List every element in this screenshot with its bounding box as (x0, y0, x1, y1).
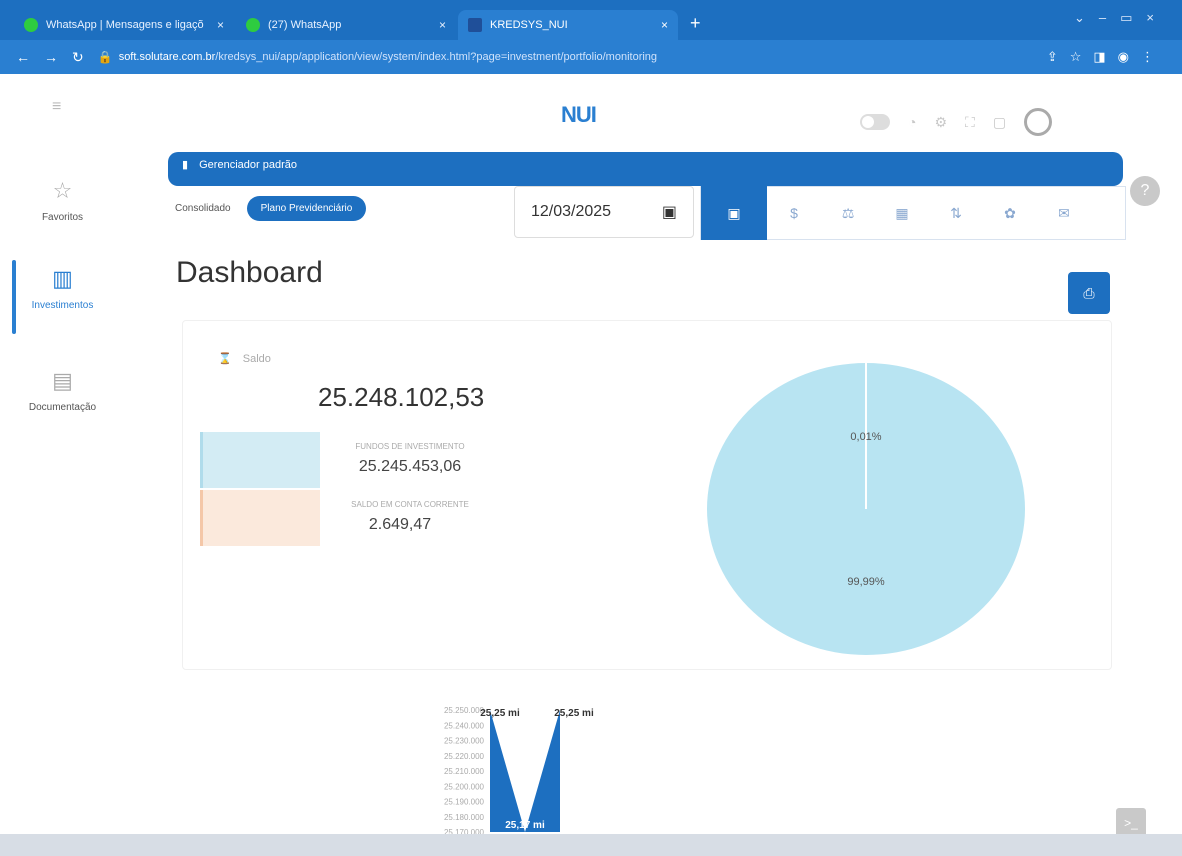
building-icon[interactable]: ▦ (875, 186, 929, 240)
sidebar-item-investimentos[interactable]: ▥ Investimentos (0, 260, 125, 334)
data-label: 25,17 mi (505, 820, 545, 831)
manager-banner[interactable]: ▮ Gerenciador padrão (168, 152, 1123, 186)
app-header: ≡ NUI ◔ ⚙ ⛶ ▢ (0, 74, 1182, 160)
help-icon[interactable]: ? (1130, 176, 1160, 206)
saldo-label: ⌛ Saldo (218, 352, 271, 365)
saldo-label-text: Saldo (242, 353, 271, 365)
y-tick-label: 25.250.000 (444, 706, 485, 715)
whatsapp-icon (24, 18, 38, 32)
forward-icon[interactable]: → (44, 49, 58, 65)
calendar-icon[interactable]: ▣ (662, 202, 677, 222)
fullscreen-icon[interactable]: ⛶ (965, 114, 975, 131)
dollar-icon[interactable]: $ (767, 186, 821, 240)
browser-tab-bar: WhatsApp | Mensagens e ligaçõ × (27) Wha… (0, 0, 1182, 40)
chart-icon: ▥ (52, 266, 73, 291)
browser-toolbar-icons[interactable]: ⇪☆◨◉⋮ (1047, 49, 1166, 65)
sidebar: ☆ Favoritos ▥ Investimentos ▤ Documentaç… (0, 160, 125, 840)
pie-label-small: 0,01% (850, 431, 881, 443)
fund-value: 25.245.453,06 (358, 458, 462, 475)
star-icon: ☆ (52, 178, 73, 203)
data-label: 25,25 mi (480, 708, 520, 719)
mail-icon[interactable]: ✉ (1037, 186, 1091, 240)
browser-tab[interactable]: (27) WhatsApp × (236, 10, 456, 40)
os-taskbar (0, 834, 1182, 856)
allocation-pie-chart: 0,01% 99,99% (707, 363, 1025, 655)
lock-screen-icon[interactable]: ▢ (993, 114, 1006, 131)
page-title: Dashboard (176, 256, 323, 289)
hourglass-icon: ⌛ (218, 353, 232, 365)
tab-title: KREDSYS_NUI (490, 19, 568, 31)
new-tab-icon[interactable]: + (690, 13, 701, 34)
y-tick-label: 25.180.000 (444, 813, 485, 822)
lock-icon: ▮ (182, 159, 189, 171)
menu-icon[interactable]: ≡ (52, 98, 61, 116)
notification-icon[interactable]: ◔ (908, 114, 916, 130)
saldo-value: 25.248.102,53 (318, 382, 485, 412)
url-host: soft.solutare.com.br (118, 51, 216, 63)
header-actions: ◔ ⚙ ⛶ ▢ (860, 108, 1053, 136)
module-toolbar: ▣ $ ⚖ ▦ ⇅ ✿ ✉ (700, 186, 1126, 240)
y-tick-label: 25.200.000 (444, 782, 485, 791)
close-icon[interactable]: × (439, 18, 446, 32)
fund-label: FUNDOS DE INVESTIMENTO (355, 442, 465, 451)
cash-label: SALDO EM CONTA CORRENTE (351, 500, 469, 509)
fund-row-investimento: FUNDOS DE INVESTIMENTO 25.245.453,06 (200, 432, 620, 488)
monitor-icon[interactable]: ▣ (701, 186, 767, 240)
document-icon: ▤ (52, 368, 73, 393)
fund-row-conta-corrente: SALDO EM CONTA CORRENTE 2.649,47 (200, 490, 620, 546)
data-label: 25,25 mi (554, 708, 594, 719)
close-icon[interactable]: × (217, 18, 224, 32)
back-icon[interactable]: ← (16, 49, 30, 65)
y-tick-label: 25.230.000 (444, 737, 485, 746)
sidebar-item-label: Investimentos (31, 300, 94, 311)
url-path: /kredsys_nui/app/application/view/system… (215, 51, 658, 63)
tab-title: (27) WhatsApp (268, 19, 342, 31)
sidebar-item-favoritos[interactable]: ☆ Favoritos (0, 178, 125, 223)
browser-tab-active[interactable]: KREDSYS_NUI × (458, 10, 678, 40)
balance-scale-icon[interactable]: ⚖ (821, 186, 875, 240)
chart-area (490, 710, 560, 832)
sort-arrows-icon[interactable]: ⇅ (929, 186, 983, 240)
close-icon[interactable]: × (661, 18, 668, 32)
avatar[interactable] (1024, 108, 1053, 136)
window-controls-icon[interactable]: ⌄–▭× (1074, 10, 1168, 26)
nui-favicon-icon (468, 18, 482, 32)
print-icon: ⎙ (1083, 285, 1095, 301)
banner-text: Gerenciador padrão (199, 159, 297, 171)
y-tick-label: 25.210.000 (444, 767, 485, 776)
browser-tab[interactable]: WhatsApp | Mensagens e ligaçõ × (14, 10, 234, 40)
tab-title: WhatsApp | Mensagens e ligaçõ (46, 19, 204, 31)
history-bar-chart: 25.250.000 25.240.000 25.230.000 25.220.000… (444, 706, 594, 837)
app-logo: NUI (561, 102, 597, 128)
sidebar-item-label: Documentação (28, 402, 97, 413)
address-bar: ← → ↻ 🔒 soft.solutare.com.br/kredsys_nui… (0, 40, 1182, 74)
sidebar-item-label: Favoritos (41, 212, 84, 223)
date-field[interactable]: 12/03/2025 ▣ (514, 186, 694, 238)
theme-toggle[interactable] (860, 114, 890, 130)
y-tick-label: 25.240.000 (444, 721, 485, 730)
settings-icon[interactable]: ⚙ (934, 114, 947, 131)
y-tick-label: 25.220.000 (444, 752, 485, 761)
logo-text: NUI (561, 102, 597, 127)
print-button[interactable]: ⎙ (1068, 272, 1110, 314)
date-value: 12/03/2025 (531, 203, 612, 220)
segment-plano-previdenciario[interactable]: Plano Previdenciário (246, 196, 367, 221)
url-field[interactable]: soft.solutare.com.br/kredsys_nui/app/app… (119, 51, 1047, 63)
view-segment-control: Consolidado Plano Previdenciário (165, 196, 367, 221)
whatsapp-icon (246, 18, 260, 32)
y-tick-label: 25.190.000 (444, 798, 485, 807)
segment-consolidado[interactable]: Consolidado (165, 196, 241, 221)
sidebar-item-documentacao[interactable]: ▤ Documentação (0, 368, 125, 413)
reload-icon[interactable]: ↻ (72, 49, 84, 66)
puzzle-icon[interactable]: ✿ (983, 186, 1037, 240)
pie-label-large: 99,99% (847, 576, 885, 588)
lock-icon: 🔒 (97, 50, 113, 64)
cash-value: 2.649,47 (368, 516, 432, 533)
